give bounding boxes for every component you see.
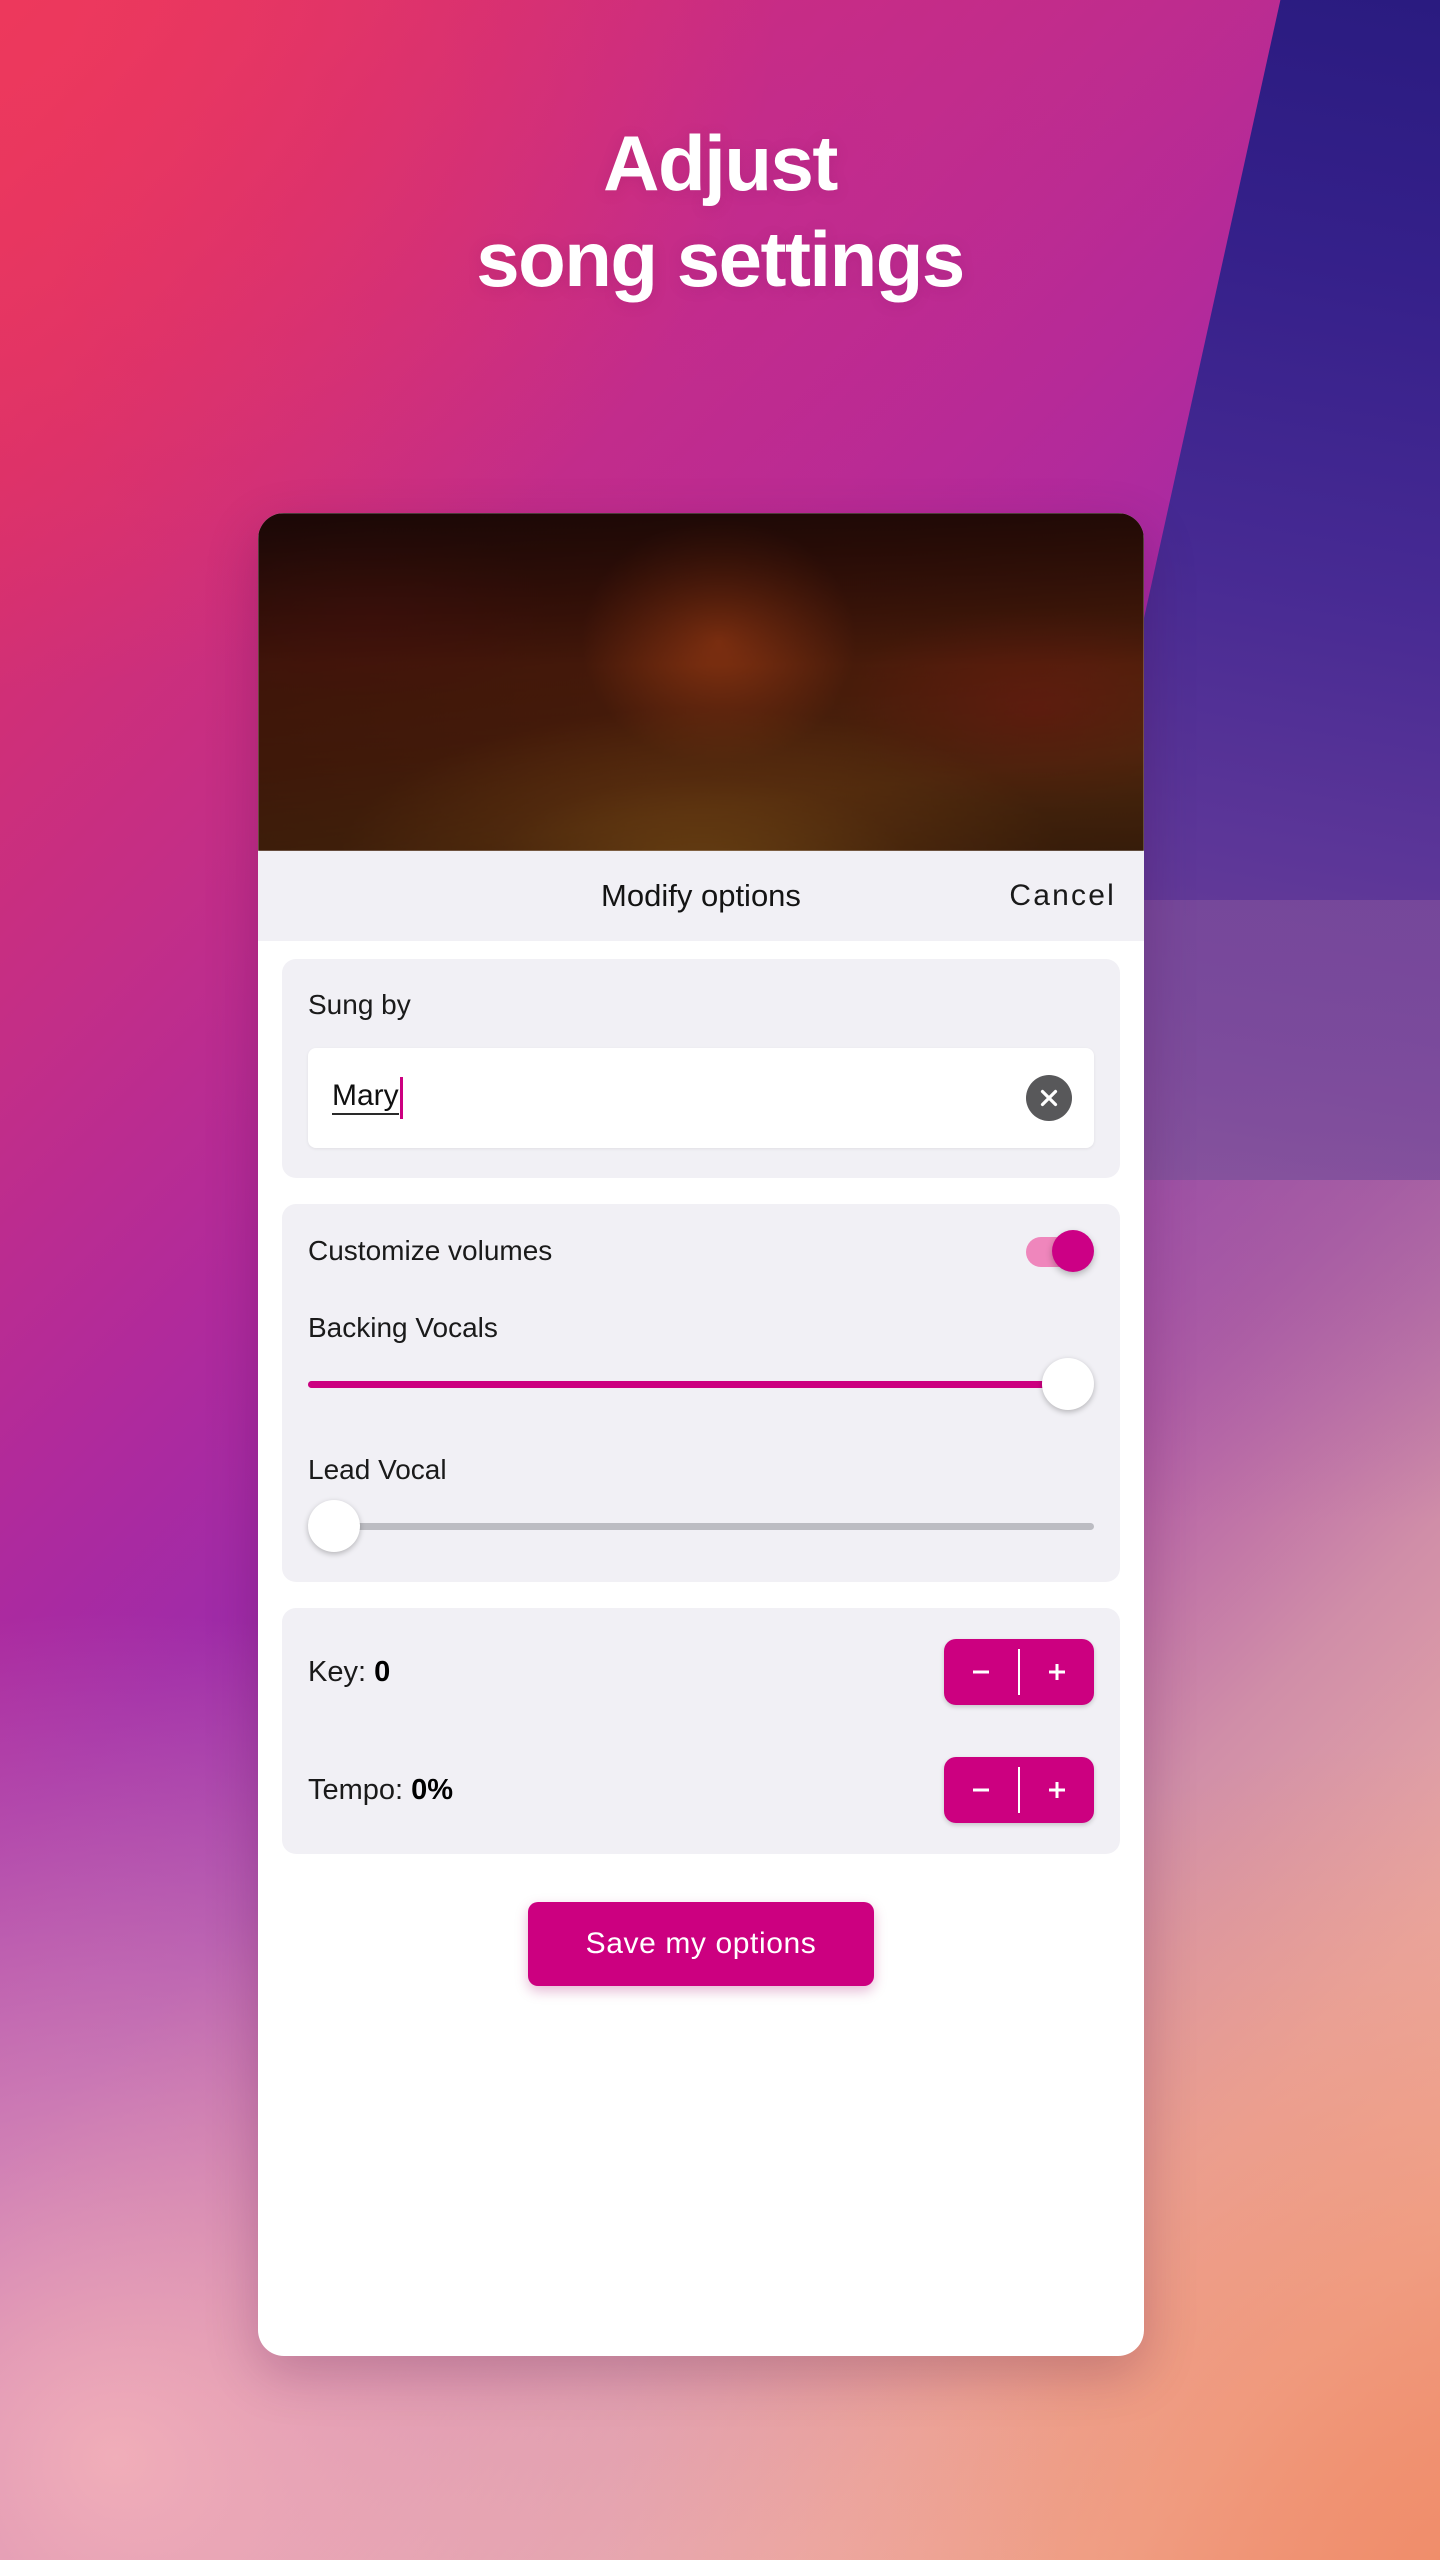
key-tempo-panel: Key: 0 Tempo: 0%: [282, 1608, 1120, 1854]
tempo-plus-button[interactable]: [1020, 1757, 1094, 1823]
customize-volumes-toggle[interactable]: [1026, 1230, 1094, 1272]
tempo-label-text: Tempo:: [308, 1773, 404, 1806]
slider-fill: [308, 1381, 1079, 1388]
page-title-line-2: song settings: [476, 215, 965, 303]
tempo-row: Tempo: 0%: [308, 1756, 1094, 1824]
key-minus-button[interactable]: [944, 1639, 1018, 1705]
customize-volumes-panel: Customize volumes Backing Vocals Lead Vo…: [282, 1204, 1120, 1582]
cancel-button[interactable]: Cancel: [1009, 879, 1116, 913]
text-caret: [399, 1077, 403, 1119]
tempo-label: Tempo: 0%: [308, 1774, 453, 1807]
tempo-minus-button[interactable]: [944, 1757, 1018, 1823]
sung-by-panel: Sung by Mary: [282, 959, 1120, 1178]
page-title-line-1: Adjust: [603, 119, 838, 207]
key-stepper[interactable]: [944, 1639, 1094, 1705]
page-title: Adjust song settings: [0, 124, 1440, 298]
singer-input-value-wrap[interactable]: Mary: [332, 1077, 1026, 1119]
close-circle-icon[interactable]: [1026, 1075, 1072, 1121]
backing-vocals-label: Backing Vocals: [308, 1312, 498, 1343]
song-artwork-image: [258, 513, 1144, 851]
customize-volumes-label: Customize volumes: [308, 1235, 553, 1266]
lead-vocal-label: Lead Vocal: [308, 1454, 447, 1485]
save-my-options-button[interactable]: Save my options: [527, 1902, 875, 1986]
phone-mockup-card: Modify options Cancel Sung by Mary Custo…: [258, 513, 1144, 2356]
key-plus-button[interactable]: [1020, 1639, 1094, 1705]
sheet-header: Modify options Cancel: [258, 851, 1144, 941]
key-label-text: Key:: [308, 1655, 367, 1688]
key-label: Key: 0: [308, 1656, 390, 1689]
key-row: Key: 0: [308, 1638, 1094, 1706]
save-button-container: Save my options: [282, 1880, 1120, 1986]
slider-knob[interactable]: [308, 1500, 360, 1552]
slider-track: [308, 1523, 1094, 1530]
sheet-body: Sung by Mary Customize volumes Backing V…: [258, 941, 1144, 1986]
toggle-knob: [1052, 1230, 1094, 1272]
key-value: 0: [374, 1655, 391, 1688]
customize-volumes-row: Customize volumes: [308, 1230, 1094, 1272]
slider-knob[interactable]: [1042, 1358, 1094, 1410]
tempo-stepper[interactable]: [944, 1757, 1094, 1823]
singer-input-field[interactable]: Mary: [308, 1048, 1094, 1148]
lead-vocal-slider[interactable]: [308, 1500, 1094, 1552]
singer-input-value: Mary: [332, 1081, 399, 1115]
backing-vocals-slider[interactable]: [308, 1358, 1094, 1410]
sung-by-label: Sung by: [308, 989, 411, 1020]
tempo-value: 0%: [411, 1773, 454, 1806]
